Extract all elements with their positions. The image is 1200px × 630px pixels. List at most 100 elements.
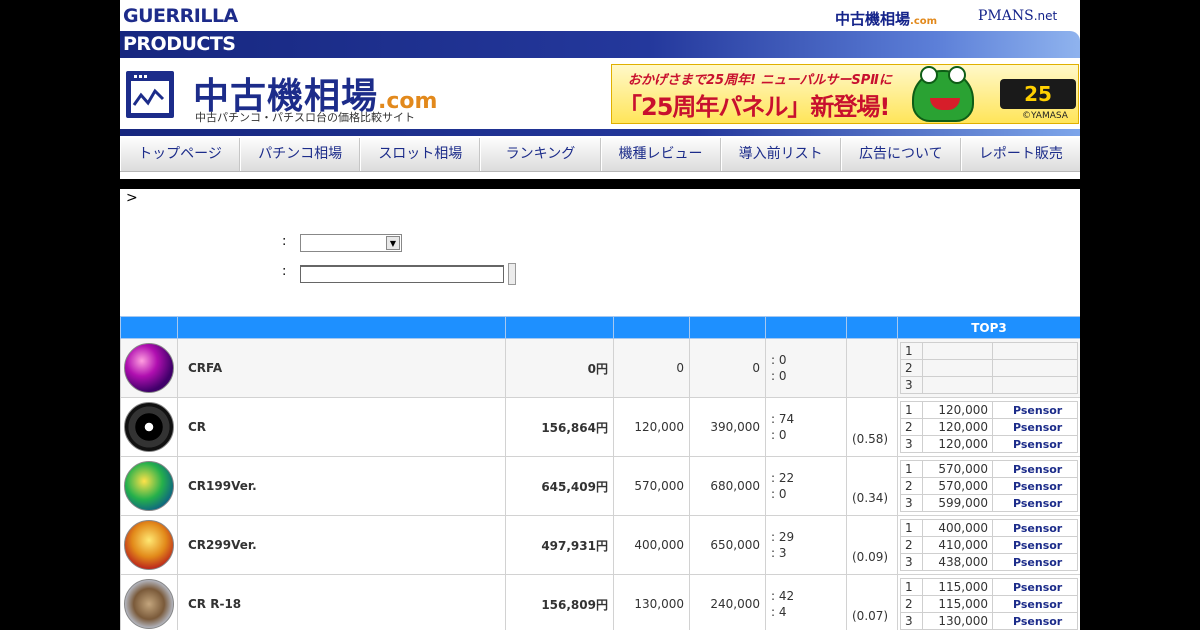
max-price: 650,000 <box>689 515 766 575</box>
machine-name[interactable]: CR R-18 <box>177 574 506 630</box>
site-logo-icon[interactable] <box>126 71 174 118</box>
count-2: : 3 <box>771 546 787 560</box>
count-2: : 0 <box>771 487 787 501</box>
machine-thumbnail[interactable] <box>124 520 174 570</box>
search-input[interactable] <box>300 265 504 283</box>
table-row: CR199Ver. 645,409円 570,000 680,000 : 22:… <box>120 456 1080 516</box>
top3-shop[interactable]: Psensor <box>992 536 1078 554</box>
top3-shop[interactable] <box>992 342 1078 360</box>
machine-name[interactable]: CRFA <box>177 338 506 398</box>
top3-price: 438,000 <box>922 553 993 571</box>
top3-row: 1 115,000 Psensor <box>900 578 1078 596</box>
top3-shop[interactable]: Psensor <box>992 595 1078 613</box>
frog-mouth <box>930 98 960 110</box>
top3-table: 1 120,000 Psensor 2 120,000 Psensor 3 120,000… <box>900 401 1078 453</box>
top3-rank: 2 <box>900 418 923 436</box>
logo-dot <box>144 75 147 78</box>
top3-rank: 1 <box>900 578 923 596</box>
top3-shop[interactable]: Psensor <box>992 494 1078 512</box>
top3-price: 130,000 <box>922 612 993 630</box>
site-subtitle: 中古パチンコ・パチスロ台の価格比較サイト <box>195 111 415 124</box>
table-row: CRFA 0円 0 0 : 0: 0 1 2 3 <box>120 338 1080 398</box>
top3-rank: 3 <box>900 494 923 512</box>
ratio: (0.58) <box>846 397 898 457</box>
machine-thumbnail[interactable] <box>124 343 174 393</box>
nav-item-top[interactable]: トップページ <box>120 138 241 171</box>
page: GUERRILLA PRODUCTS 中古機相場.com PMANS.net 中… <box>120 0 1080 630</box>
col-header[interactable] <box>846 316 898 339</box>
col-header[interactable] <box>613 316 690 339</box>
top3-table: 1 400,000 Psensor 2 410,000 Psensor 3 438,000… <box>900 519 1078 571</box>
col-header[interactable] <box>505 316 614 339</box>
ad-banner[interactable]: おかげさまで25周年! ニューパルサーSPⅡに 「25周年パネル」新登場! 25… <box>611 64 1079 124</box>
top3-price <box>922 359 993 377</box>
guerrilla-products-logo-line2[interactable]: PRODUCTS <box>123 33 236 55</box>
table-row: CR 156,864円 120,000 390,000 : 74: 0 (0.5… <box>120 397 1080 457</box>
machine-thumbnail-cell <box>120 397 178 457</box>
top3-shop[interactable]: Psensor <box>992 578 1078 596</box>
top3-shop[interactable] <box>992 376 1078 394</box>
logo-dot <box>134 75 137 78</box>
col-header[interactable] <box>765 316 847 339</box>
top3-price: 115,000 <box>922 595 993 613</box>
count-1: : 0 <box>771 353 787 367</box>
nav-item-pachinko[interactable]: パチンコ相場 <box>240 138 361 171</box>
listing-counts: : 74: 0 <box>765 397 847 457</box>
count-1: : 74 <box>771 412 795 426</box>
top3-shop[interactable]: Psensor <box>992 553 1078 571</box>
chevron-down-icon[interactable]: ▼ <box>386 236 400 250</box>
nav-item-review[interactable]: 機種レビュー <box>600 138 721 171</box>
machine-thumbnail[interactable] <box>124 579 174 629</box>
min-price: 570,000 <box>613 456 690 516</box>
top-link-site[interactable]: 中古機相場.com <box>835 8 937 29</box>
machine-name[interactable]: CR <box>177 397 506 457</box>
top3-shop[interactable]: Psensor <box>992 460 1078 478</box>
top3-row: 2 120,000 Psensor <box>900 418 1078 436</box>
col-header[interactable] <box>177 316 506 339</box>
chart-line-icon <box>132 88 165 106</box>
machine-thumbnail-cell <box>120 338 178 398</box>
top3-price: 400,000 <box>922 519 993 537</box>
machine-thumbnail[interactable] <box>124 461 174 511</box>
guerrilla-products-logo-line1[interactable]: GUERRILLA <box>123 5 238 27</box>
nav-item-ranking[interactable]: ランキング <box>480 138 601 171</box>
top3-shop[interactable]: Psensor <box>992 401 1078 419</box>
col-header[interactable] <box>689 316 766 339</box>
filter-select[interactable]: ▼ <box>300 234 402 252</box>
top3-shop[interactable] <box>992 359 1078 377</box>
top3-shop[interactable]: Psensor <box>992 612 1078 630</box>
ratio: (0.07) <box>846 574 898 630</box>
nav-item-slot[interactable]: スロット相場 <box>360 138 481 171</box>
top3-shop[interactable]: Psensor <box>992 435 1078 453</box>
machine-name[interactable]: CR199Ver. <box>177 456 506 516</box>
top3-rank: 3 <box>900 553 923 571</box>
top3-shop[interactable]: Psensor <box>992 477 1078 495</box>
top-link-pmans[interactable]: PMANS.net <box>978 8 1057 24</box>
top3-price: 570,000 <box>922 460 993 478</box>
top3-price: 570,000 <box>922 477 993 495</box>
top3-row: 3 120,000 Psensor <box>900 435 1078 453</box>
top3-rank: 1 <box>900 401 923 419</box>
top3-shop[interactable]: Psensor <box>992 418 1078 436</box>
min-price: 130,000 <box>613 574 690 630</box>
top3-cell: 1 2 3 <box>897 338 1080 398</box>
machine-thumbnail[interactable] <box>124 402 174 452</box>
count-2: : 4 <box>771 605 787 619</box>
nav-item-prelist[interactable]: 導入前リスト <box>720 138 841 171</box>
average-price: 156,864円 <box>505 397 614 457</box>
top3-row: 1 120,000 Psensor <box>900 401 1078 419</box>
top-banner-bar <box>120 31 1080 58</box>
machine-name[interactable]: CR299Ver. <box>177 515 506 575</box>
max-price: 0 <box>689 338 766 398</box>
nav-item-ads[interactable]: 広告について <box>840 138 961 171</box>
top3-shop[interactable]: Psensor <box>992 519 1078 537</box>
count-1: : 42 <box>771 589 795 603</box>
top-link-pmans-name: PMANS <box>978 8 1034 24</box>
max-price: 680,000 <box>689 456 766 516</box>
top3-table: 1 570,000 Psensor 2 570,000 Psensor 3 599,000… <box>900 460 1078 512</box>
nav-item-report[interactable]: レポート販売 <box>960 138 1080 171</box>
search-button[interactable] <box>508 263 516 285</box>
average-price: 645,409円 <box>505 456 614 516</box>
top3-row: 2 410,000 Psensor <box>900 536 1078 554</box>
top3-rank: 2 <box>900 477 923 495</box>
